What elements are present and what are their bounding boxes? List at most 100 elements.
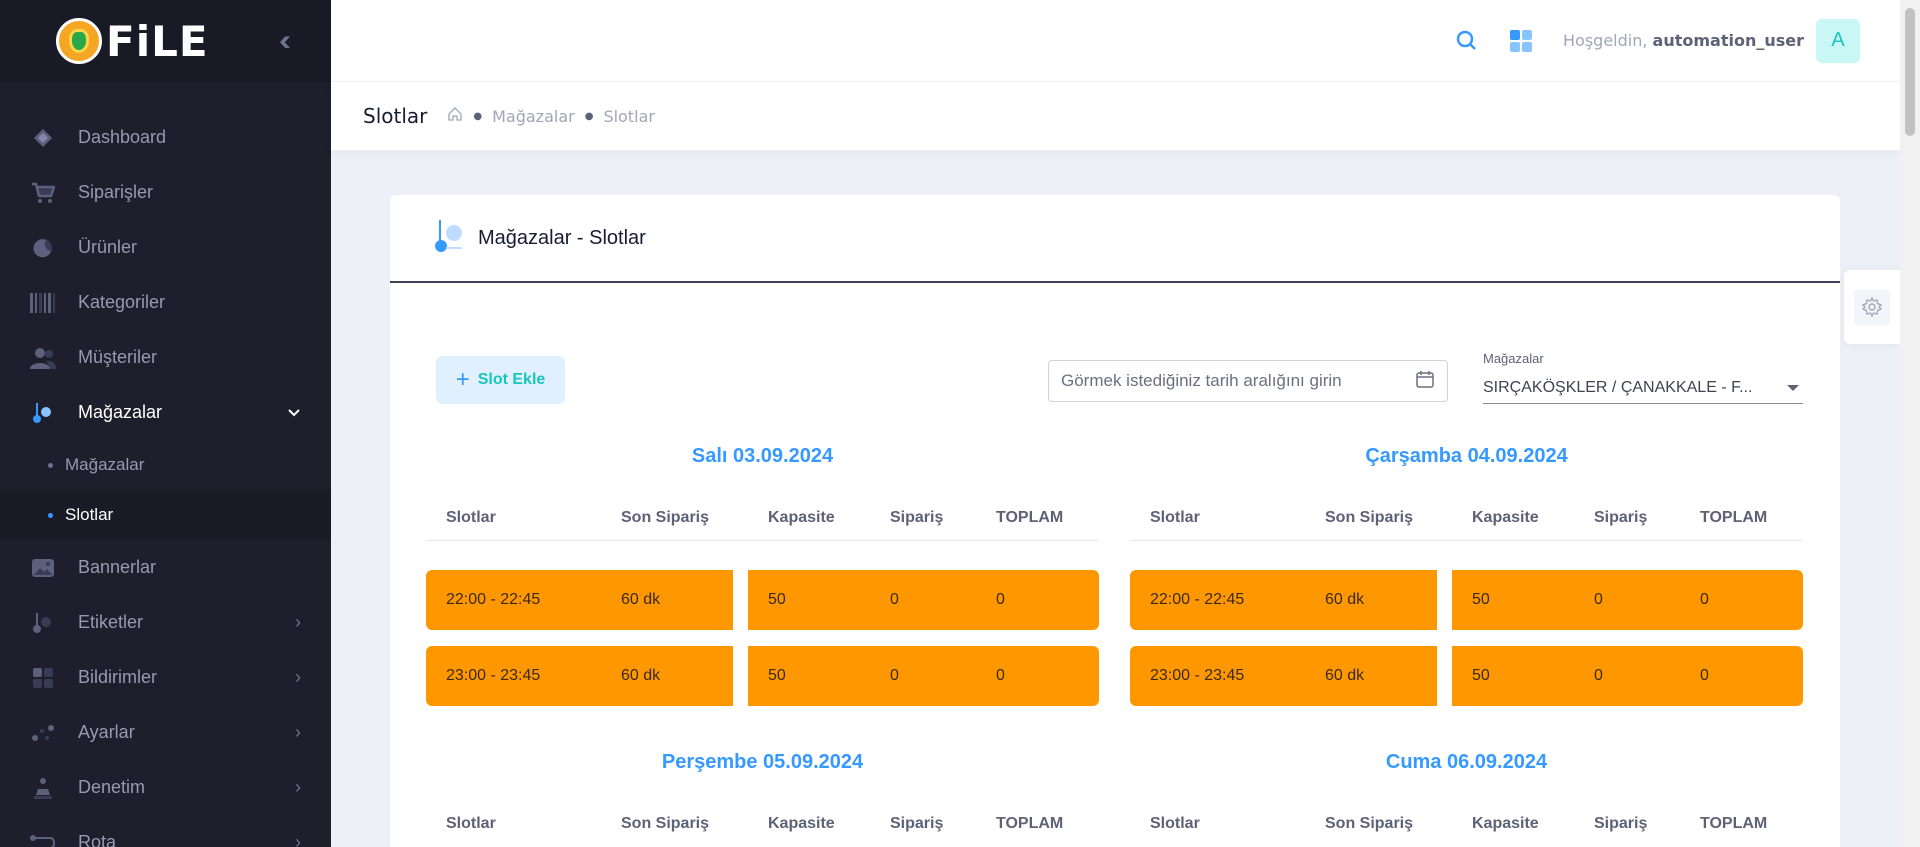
store-select[interactable]: Mağazalar SIRÇAKÖŞKLER / ÇANAKKALE - F..… — [1483, 351, 1803, 404]
users-icon — [30, 347, 56, 369]
page-title: Slotlar — [363, 104, 428, 128]
sidebar-item-route[interactable]: Rota › — [0, 815, 331, 847]
day-block: Çarşamba 04.09.2024 Slotlar Son Sipariş … — [1130, 445, 1803, 735]
col-header-last-order: Son Sipariş — [621, 815, 710, 832]
slot-last-order: 60 dk — [1325, 667, 1365, 684]
collapse-sidebar-icon[interactable]: ‹‹ — [279, 24, 291, 58]
col-header-slots: Slotlar — [446, 815, 496, 832]
username: automation_user — [1652, 31, 1804, 50]
col-header-orders: Sipariş — [890, 815, 944, 832]
slot-capacity: 50 — [768, 591, 786, 608]
col-header-total: TOPLAM — [1700, 815, 1768, 832]
diamond-icon — [30, 127, 56, 149]
sidebar-item-settings[interactable]: Ayarlar › — [0, 705, 331, 760]
greeting-text: Hoşgeldin, — [1563, 31, 1648, 50]
top-header: Hoşgeldin, automation_user A — [331, 0, 1900, 82]
col-header-capacity: Kapasite — [1472, 815, 1539, 832]
sidebar-item-label: Bannerlar — [78, 557, 157, 577]
slot-row[interactable]: 22:00 - 22:45 60 dk 50 0 0 — [426, 570, 1099, 630]
sidebar-item-label: Siparişler — [78, 182, 154, 202]
slot-row-right — [1452, 646, 1803, 706]
store-icon — [434, 218, 464, 259]
barcode-icon — [30, 292, 56, 314]
table-header-divider — [426, 540, 1099, 541]
col-header-total: TOPLAM — [996, 815, 1064, 832]
slot-orders: 0 — [1594, 667, 1603, 684]
col-header-total: TOPLAM — [996, 509, 1064, 526]
slot-orders: 0 — [890, 667, 899, 684]
day-block: Perşembe 05.09.2024 Slotlar Son Sipariş … — [426, 751, 1099, 847]
slot-row[interactable]: 23:00 - 23:45 60 dk 50 0 0 — [426, 646, 1099, 706]
slot-row[interactable]: 22:00 - 22:45 60 dk 50 0 0 — [1130, 570, 1803, 630]
settings-toggle[interactable] — [1844, 270, 1900, 344]
brand-logo[interactable]: FiLE — [56, 17, 209, 66]
breadcrumb-item-stores[interactable]: Mağazalar — [492, 107, 575, 126]
sidebar-subitem-stores[interactable]: Mağazalar — [0, 440, 331, 490]
date-range-input[interactable]: Görmek istediğiniz tarih aralığını girin — [1048, 360, 1448, 402]
add-slot-button[interactable]: + Slot Ekle — [436, 356, 565, 404]
slot-row-right — [1452, 570, 1803, 630]
sidebar-item-label: Kategoriler — [78, 292, 166, 312]
search-icon[interactable] — [1455, 29, 1479, 53]
slot-capacity: 50 — [1472, 591, 1490, 608]
chevron-right-icon: › — [295, 722, 301, 742]
subheader: Slotlar ● Mağazalar ● Slotlar — [331, 82, 1900, 150]
bullet-icon — [48, 462, 53, 468]
col-header-orders: Sipariş — [890, 509, 944, 526]
slot-total: 0 — [996, 667, 1005, 684]
sidebar-item-customers[interactable]: Müşteriler — [0, 330, 331, 385]
slot-orders: 0 — [890, 591, 899, 608]
sidebar-item-stores[interactable]: Mağazalar — [0, 385, 331, 440]
user-greeting[interactable]: Hoşgeldin, automation_user — [1563, 31, 1804, 50]
card-header: Mağazalar - Slotlar — [390, 195, 1840, 283]
col-header-slots: Slotlar — [446, 509, 496, 526]
scrollbar-thumb[interactable] — [1905, 8, 1915, 136]
day-title: Cuma 06.09.2024 — [1385, 751, 1548, 773]
col-header-orders: Sipariş — [1594, 815, 1648, 832]
day-block: Cuma 06.09.2024 Slotlar Son Sipariş Kapa… — [1130, 751, 1803, 847]
home-icon[interactable] — [447, 106, 463, 126]
caret-down-icon — [1787, 384, 1799, 391]
page-scrollbar[interactable] — [1900, 0, 1920, 847]
plus-icon: + — [455, 366, 470, 393]
sidebar-item-label: Ayarlar — [78, 722, 135, 742]
col-header-last-order: Son Sipariş — [1325, 509, 1414, 526]
sidebar-menu: Dashboard Siparişler Ürünler Kategoriler… — [0, 82, 331, 847]
slot-time: 22:00 - 22:45 — [1150, 591, 1245, 608]
sidebar-item-notifications[interactable]: Bildirimler › — [0, 650, 331, 705]
sidebar-item-banners[interactable]: Bannerlar — [0, 540, 331, 595]
store-select-value-box[interactable]: SIRÇAKÖŞKLER / ÇANAKKALE - F... — [1483, 372, 1803, 404]
store-select-label: Mağazalar — [1483, 351, 1544, 366]
add-slot-label: Slot Ekle — [477, 371, 546, 388]
breadcrumb-item-slots[interactable]: Slotlar — [603, 107, 655, 126]
slot-last-order: 60 dk — [621, 667, 661, 684]
sidebar-header: FiLE ‹‹ — [0, 0, 331, 82]
slots-card: Mağazalar - Slotlar + Slot Ekle Görmek i… — [390, 195, 1840, 847]
gear-icon — [1854, 289, 1890, 325]
slot-row-right — [748, 646, 1099, 706]
slot-row-right — [748, 570, 1099, 630]
sidebar-item-label: Mağazalar — [78, 402, 163, 422]
settings-icon — [30, 722, 56, 744]
col-header-slots: Slotlar — [1150, 815, 1200, 832]
moon-icon — [30, 237, 56, 259]
sidebar-item-products[interactable]: Ürünler — [0, 220, 331, 275]
grid-icon — [30, 667, 56, 689]
apps-icon[interactable] — [1509, 29, 1533, 53]
sidebar-item-orders[interactable]: Siparişler — [0, 165, 331, 220]
slot-total: 0 — [1700, 667, 1709, 684]
chevron-right-icon: › — [295, 832, 301, 847]
sidebar-item-categories[interactable]: Kategoriler — [0, 275, 331, 330]
image-icon — [30, 557, 56, 579]
col-header-capacity: Kapasite — [768, 815, 835, 832]
slot-row[interactable]: 23:00 - 23:45 60 dk 50 0 0 — [1130, 646, 1803, 706]
slot-time: 23:00 - 23:45 — [446, 667, 541, 684]
calendar-icon[interactable] — [1415, 369, 1435, 394]
sidebar-item-dashboard[interactable]: Dashboard — [0, 110, 331, 165]
avatar[interactable]: A — [1816, 18, 1860, 63]
sidebar-item-tags[interactable]: Etiketler › — [0, 595, 331, 650]
sidebar-subitem-slots[interactable]: Slotlar — [0, 490, 331, 540]
sidebar-item-audit[interactable]: Denetim › — [0, 760, 331, 815]
col-header-capacity: Kapasite — [768, 509, 835, 526]
slot-capacity: 50 — [768, 667, 786, 684]
